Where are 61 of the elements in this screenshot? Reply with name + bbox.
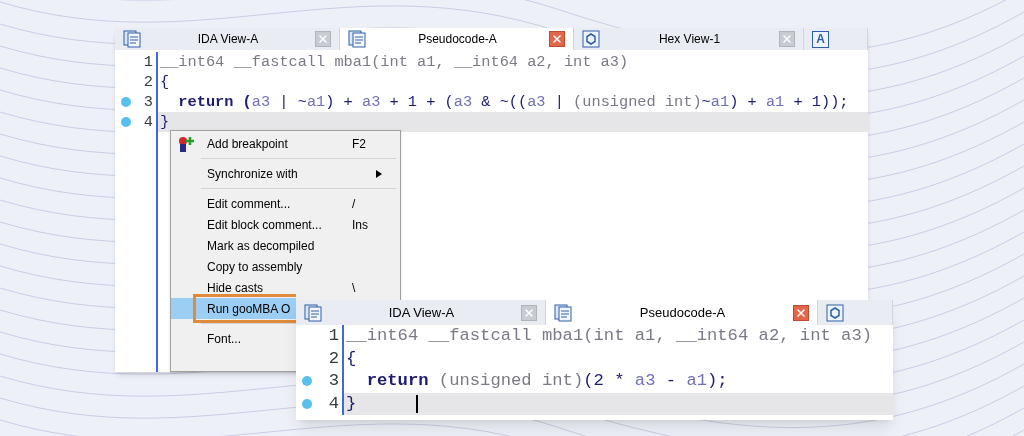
code-line: { <box>345 347 357 370</box>
shortcut-label: / <box>352 196 356 211</box>
submenu-arrow-icon <box>376 169 382 178</box>
menu-item[interactable]: Mark as decompiled <box>171 235 400 256</box>
code-line: __int64 __fastcall mba1(int a1, __int64 a2, int a3) <box>159 51 629 73</box>
document-icon <box>304 303 322 322</box>
tab-label: Pseudocode-A <box>638 303 727 322</box>
close-button[interactable] <box>521 304 537 321</box>
menu-label: Run gooMBA O <box>207 300 292 318</box>
line-number: 3 <box>328 370 339 393</box>
code-line: __int64 __fastcall mba1(int a1, __int64 a2, int a3) <box>345 325 873 348</box>
close-icon <box>523 306 535 319</box>
close-icon <box>781 33 793 45</box>
menu-label: Edit block comment... <box>207 216 323 234</box>
tab[interactable]: Pseudocode-A <box>546 300 818 325</box>
line-number: 3 <box>143 91 153 113</box>
code-line: { <box>159 71 170 93</box>
line-number: 4 <box>143 111 153 133</box>
tab-label: Hex View-1 <box>657 31 722 48</box>
code-line: return (a3 | ~a1) + a3 + 1 + (a3 & ~((a3 | (unsigned int)~a1) + a1 + 1)); <box>177 91 849 113</box>
tab-label: IDA View-A <box>387 303 456 322</box>
menu-item[interactable]: Copy to assembly <box>171 256 400 277</box>
line-number: 2 <box>328 347 339 370</box>
shortcut-label: \ <box>352 280 356 295</box>
document-icon <box>123 30 141 48</box>
menu-label: Copy to assembly <box>207 258 304 276</box>
letter-icon: A <box>812 30 829 48</box>
close-button[interactable] <box>779 31 795 47</box>
line-number: 4 <box>328 392 339 415</box>
line-number: 1 <box>143 51 153 73</box>
menu-label: Edit comment... <box>207 195 292 213</box>
tab-label: IDA View-A <box>196 31 260 48</box>
close-icon <box>551 33 563 45</box>
menu-label: Synchronize with <box>207 165 299 183</box>
menu-label: Mark as decompiled <box>207 237 316 255</box>
code-line: return (unsigned int)(2 * a3 - a1); <box>365 370 728 393</box>
menu-item[interactable]: Font... <box>171 328 296 349</box>
document-icon <box>554 303 572 322</box>
menu-item[interactable]: Edit comment... / <box>171 193 400 214</box>
code-line: } <box>159 111 170 133</box>
close-button[interactable] <box>793 304 809 321</box>
line-number: 1 <box>328 325 339 348</box>
menu-item[interactable]: Edit block comment... Ins <box>171 214 400 235</box>
close-icon <box>317 33 329 45</box>
menu-item[interactable]: Hide casts \ <box>171 277 400 298</box>
breakpoint-icon <box>177 135 195 153</box>
tab[interactable]: Pseudocode-A <box>340 28 574 50</box>
line-number: 2 <box>143 71 153 93</box>
menu-label: Hide casts <box>207 279 265 297</box>
shortcut-label: F2 <box>352 136 366 151</box>
menu-item[interactable]: Add breakpoint F2 <box>171 133 400 154</box>
menu-item[interactable]: Synchronize with <box>171 163 400 184</box>
shortcut-label: Ins <box>352 217 368 232</box>
tab-label: Pseudocode-A <box>417 31 498 48</box>
code-line: } <box>345 392 357 415</box>
document-icon <box>348 30 366 48</box>
close-button[interactable] <box>549 31 565 47</box>
close-button[interactable] <box>315 31 331 47</box>
menu-label: Font... <box>207 330 242 348</box>
close-icon <box>795 306 807 319</box>
menu-label: Add breakpoint <box>207 135 289 153</box>
